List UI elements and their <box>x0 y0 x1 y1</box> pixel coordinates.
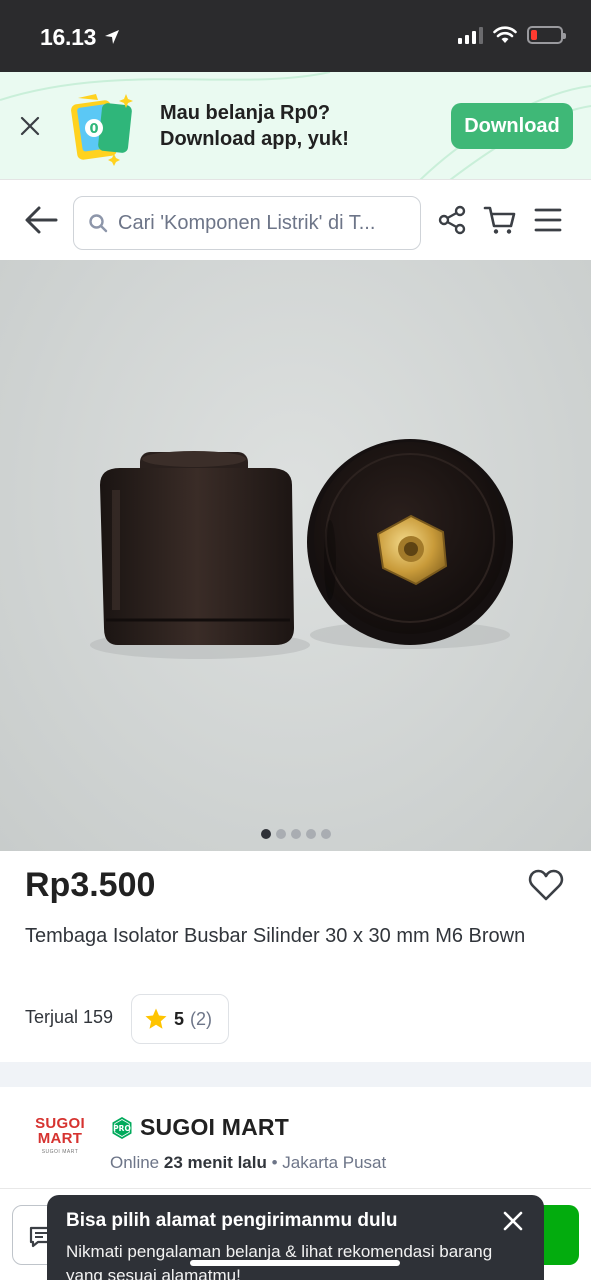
gallery-dot[interactable] <box>320 829 331 839</box>
product-price: Rp3.500 <box>25 866 156 904</box>
section-divider <box>0 1062 591 1087</box>
star-icon <box>145 1008 167 1029</box>
shop-online-label: Online <box>110 1153 160 1172</box>
status-indicators <box>458 26 566 44</box>
menu-icon[interactable] <box>534 207 562 233</box>
toast-title: Bisa pilih alamat pengirimanmu dulu <box>66 1210 398 1231</box>
top-nav-header: Cari 'Komponen Listrik' di T... <box>0 181 591 260</box>
cart-icon[interactable] <box>483 205 517 235</box>
product-photo <box>90 439 513 659</box>
gallery-dot[interactable] <box>305 829 316 839</box>
close-icon[interactable] <box>18 114 42 138</box>
gallery-pagination <box>0 829 591 839</box>
search-icon <box>89 214 108 233</box>
gallery-dot[interactable] <box>260 829 271 839</box>
banner-line-1: Mau belanja Rp0? <box>160 102 331 124</box>
rating-value: 5 <box>174 1008 185 1029</box>
gallery-dot[interactable] <box>290 829 301 839</box>
signal-icon <box>458 26 483 44</box>
status-time: 16.13 <box>40 24 120 51</box>
rating-chip[interactable]: 5 (2) <box>131 994 229 1044</box>
shop-meta-separator: • <box>271 1153 278 1172</box>
shop-name[interactable]: SUGOI MART <box>140 1114 289 1141</box>
product-image-gallery[interactable] <box>0 260 591 851</box>
sold-count: Terjual 159 <box>25 1007 114 1027</box>
address-toast[interactable]: Bisa pilih alamat pengirimanmu dulu Nikm… <box>47 1195 544 1280</box>
home-indicator <box>190 1260 400 1266</box>
shop-logo-tagline: SUGOI MART <box>41 1149 79 1155</box>
svg-text:0: 0 <box>89 122 98 137</box>
wifi-icon <box>493 26 517 43</box>
close-icon[interactable] <box>502 1210 524 1232</box>
shop-status: Online 23 menit lalu • Jakarta Pusat <box>110 1153 386 1173</box>
heart-icon[interactable] <box>528 868 564 902</box>
svg-text:PRO: PRO <box>113 1124 131 1133</box>
shop-logo[interactable]: SUGOI MART SUGOI MART <box>28 1116 92 1166</box>
battery-low-icon <box>527 26 566 44</box>
gallery-dot[interactable] <box>275 829 286 839</box>
share-icon[interactable] <box>437 205 467 235</box>
search-input[interactable]: Cari 'Komponen Listrik' di T... <box>73 196 421 250</box>
app-download-banner: 0 Mau belanja Rp0? Download app, yuk! Do… <box>0 72 591 180</box>
banner-line-2: Download app, yuk! <box>160 128 349 150</box>
status-bar: 16.13 <box>0 0 591 72</box>
location-arrow-icon <box>105 30 120 44</box>
shop-logo-line-2: MART <box>37 1130 83 1147</box>
phone-app-illustration-icon: 0 <box>71 94 133 166</box>
shop-logo-line-1: SUGOI <box>35 1115 85 1132</box>
rating-count: (2) <box>190 1008 213 1029</box>
pro-badge-icon: PRO <box>112 1117 132 1139</box>
search-placeholder: Cari 'Komponen Listrik' di T... <box>118 211 376 234</box>
status-time-text: 16.13 <box>40 24 97 50</box>
product-title: Tembaga Isolator Busbar Silinder 30 x 30… <box>25 925 526 947</box>
back-arrow-icon[interactable] <box>24 205 58 235</box>
shop-location: Jakarta Pusat <box>282 1153 387 1172</box>
banner-text: Mau belanja Rp0? Download app, yuk! <box>160 100 349 152</box>
download-app-button[interactable]: Download <box>451 103 573 149</box>
shop-last-online: 23 menit lalu <box>163 1153 267 1172</box>
